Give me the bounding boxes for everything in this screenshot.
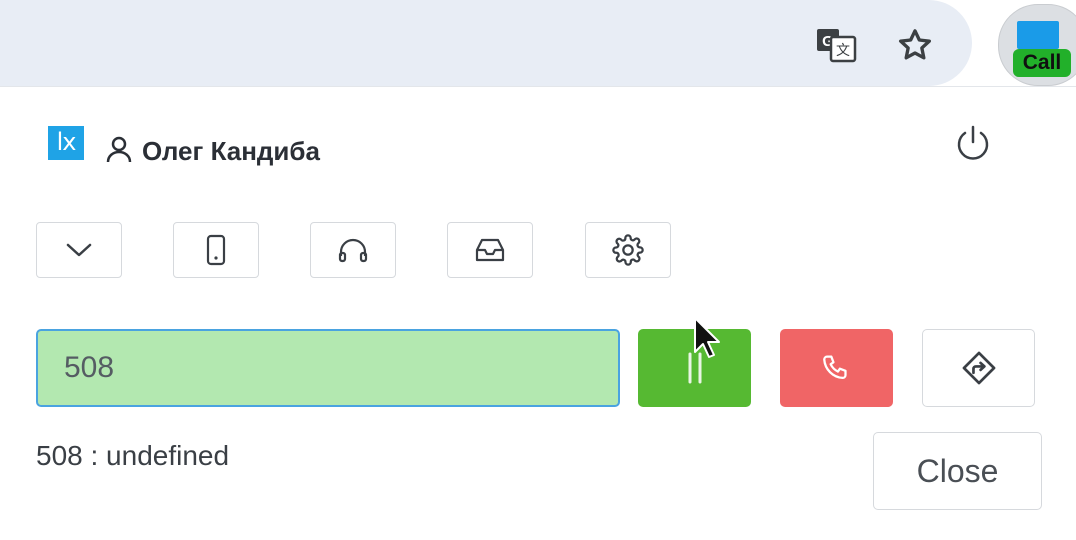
phone-device-button[interactable] <box>173 222 259 278</box>
phone-number-input[interactable] <box>36 329 620 407</box>
app-logo: lx <box>48 126 84 160</box>
inbox-button[interactable] <box>447 222 533 278</box>
user-name: Олег Кандиба <box>142 136 320 166</box>
transfer-icon <box>962 351 995 385</box>
extension-icon <box>1017 21 1059 49</box>
chevron-down-icon <box>66 243 92 257</box>
collapse-button[interactable] <box>36 222 122 278</box>
headset-button[interactable] <box>310 222 396 278</box>
browser-toolbar: G 文 Call <box>0 0 1076 87</box>
svg-text:文: 文 <box>836 43 850 59</box>
extension-button[interactable]: Call <box>998 4 1076 86</box>
power-icon[interactable] <box>952 122 994 164</box>
settings-button[interactable] <box>585 222 671 278</box>
transfer-button[interactable] <box>922 329 1035 407</box>
inbox-icon <box>475 238 505 262</box>
phone-hangup-icon <box>822 355 847 380</box>
headphones-icon <box>338 238 368 263</box>
translate-icon[interactable]: G 文 <box>814 22 860 68</box>
user-icon <box>104 134 134 164</box>
bookmark-star-icon[interactable] <box>892 22 938 68</box>
close-button[interactable]: Close <box>873 432 1042 510</box>
mouse-cursor-icon <box>693 316 723 360</box>
hangup-button[interactable] <box>780 329 893 407</box>
mobile-icon <box>206 234 226 266</box>
call-status-text: 508 : undefined <box>36 440 230 471</box>
call-badge: Call <box>1013 49 1071 77</box>
gear-icon <box>612 234 644 266</box>
